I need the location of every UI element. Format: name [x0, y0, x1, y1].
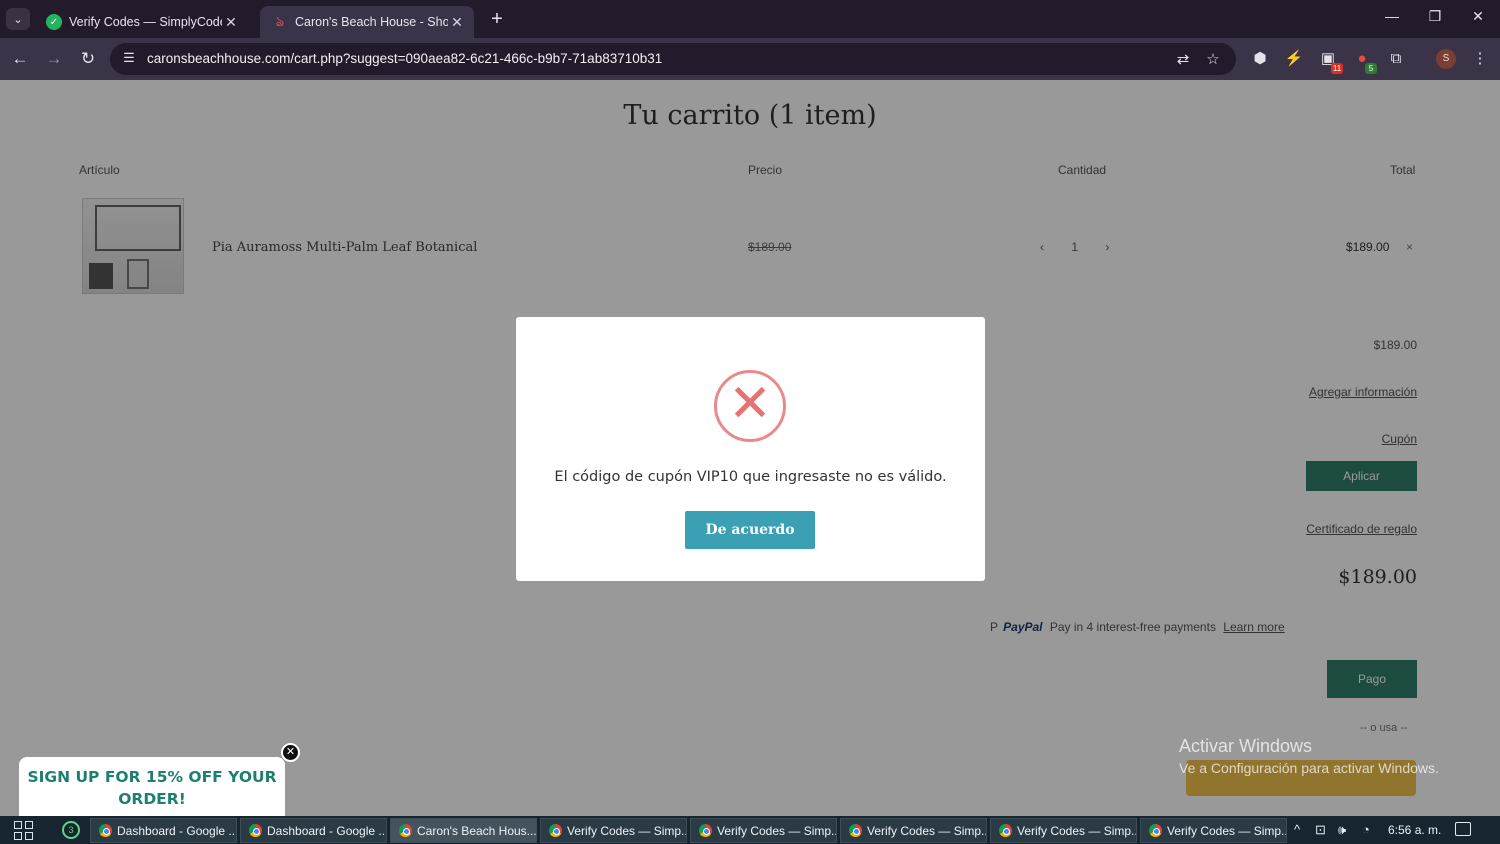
taskbar-clock[interactable]: 6:56 a. m.: [1388, 823, 1441, 837]
new-tab-button[interactable]: +: [486, 8, 508, 31]
bookmark-star-icon[interactable]: ☆: [1203, 50, 1223, 68]
forward-icon[interactable]: →: [43, 48, 65, 70]
error-x-icon: ✕: [714, 370, 786, 442]
close-window-icon[interactable]: ✕: [1463, 8, 1493, 25]
chrome-icon: [549, 824, 562, 837]
chrome-icon: [699, 824, 712, 837]
taskbar-item[interactable]: Caron's Beach Hous...: [390, 818, 537, 843]
extension-badge: 11: [1331, 63, 1343, 74]
browser-toolbar: ← → ↻ ☰ caronsbeachhouse.com/cart.php?su…: [0, 38, 1500, 80]
simplycodes-icon: ✓: [46, 14, 62, 30]
signup-popup[interactable]: SIGN UP FOR 15% OFF YOUR ORDER!: [19, 757, 285, 816]
chrome-icon: [249, 824, 262, 837]
site-info-icon[interactable]: ☰: [120, 50, 138, 68]
menu-kebab-icon[interactable]: ⋮: [1469, 48, 1491, 70]
chrome-icon: [99, 824, 112, 837]
taskbar-item[interactable]: Verify Codes — Simp...: [1140, 818, 1287, 843]
caronsbeachhouse-icon: ঌ: [275, 13, 285, 29]
url-text[interactable]: caronsbeachhouse.com/cart.php?suggest=09…: [147, 51, 662, 66]
profile-avatar[interactable]: S: [1436, 49, 1456, 69]
puzzle-extensions-icon[interactable]: ⧉: [1385, 48, 1407, 70]
windows-activation-title: Activar Windows: [1179, 736, 1313, 756]
chrome-icon: [1149, 824, 1162, 837]
taskbar-item-label: Verify Codes — Simp...: [1017, 823, 1137, 838]
dialog-message: El código de cupón VIP10 que ingresaste …: [554, 469, 947, 485]
close-tab-icon[interactable]: ✕: [222, 14, 240, 31]
taskbar-item-label: Verify Codes — Simp...: [1167, 823, 1287, 838]
chrome-icon: [999, 824, 1012, 837]
network-icon[interactable]: ⊡: [1315, 822, 1326, 838]
back-icon[interactable]: ←: [9, 48, 31, 70]
tab-title: Verify Codes — SimplyCodes: [69, 15, 222, 29]
chrome-icon: [849, 824, 862, 837]
lightning-extension-icon[interactable]: ⚡: [1283, 48, 1305, 70]
extension-icon[interactable]: ▣ 11: [1317, 48, 1343, 74]
reload-icon[interactable]: ↻: [77, 48, 99, 70]
page-content: Tu carrito (1 item) Artículo Precio Cant…: [0, 80, 1500, 816]
address-bar[interactable]: ☰ caronsbeachhouse.com/cart.php?suggest=…: [110, 43, 1236, 75]
taskbar-item[interactable]: Dashboard - Google ...: [240, 818, 387, 843]
chrome-icon: [399, 824, 412, 837]
taskbar-item[interactable]: Verify Codes — Simp...: [990, 818, 1137, 843]
extension-icon[interactable]: ⬢: [1249, 48, 1271, 70]
taskbar-item-label: Verify Codes — Simp...: [567, 823, 687, 838]
taskbar-item-label: Verify Codes — Simp...: [717, 823, 837, 838]
notification-icon[interactable]: [1455, 822, 1471, 836]
taskbar-item[interactable]: Verify Codes — Simp...: [840, 818, 987, 843]
ok-button[interactable]: De acuerdo: [685, 511, 815, 549]
translate-icon[interactable]: ⇄: [1173, 50, 1193, 68]
tab-simplycodes[interactable]: ✓ Verify Codes — SimplyCodes ✕: [34, 6, 248, 38]
taskbar-item-label: Verify Codes — Simp...: [867, 823, 987, 838]
start-menu-icon[interactable]: [14, 821, 34, 841]
taskbar-item-label: Dashboard - Google ...: [267, 823, 387, 838]
taskbar-item[interactable]: Verify Codes — Simp...: [690, 818, 837, 843]
error-dialog: ✕ El código de cupón VIP10 que ingresast…: [516, 317, 985, 581]
tab-search-button[interactable]: ⌄: [6, 8, 30, 30]
taskbar-item[interactable]: Dashboard - Google ...: [90, 818, 237, 843]
wifi-icon[interactable]: ◔: [1362, 822, 1370, 837]
taskbar-item-label: Caron's Beach Hous...: [417, 823, 537, 838]
close-popup-icon[interactable]: ✕: [281, 743, 300, 762]
taskbar-item-label: Dashboard - Google ...: [117, 823, 237, 838]
browser-tabstrip: ⌄ ✓ Verify Codes — SimplyCodes ✕ ঌ Caron…: [0, 0, 1500, 38]
taskbar-item[interactable]: Verify Codes — Simp...: [540, 818, 687, 843]
minimize-icon[interactable]: —: [1377, 8, 1407, 24]
windows-taskbar: 3 Dashboard - Google ... Dashboard - Goo…: [0, 816, 1500, 844]
whatsapp-badge: 3: [68, 825, 74, 835]
volume-icon[interactable]: 🕪: [1338, 822, 1346, 838]
tab-caronsbeachhouse[interactable]: ঌ Caron's Beach House - Shoppin ✕: [260, 6, 474, 38]
signup-popup-text[interactable]: SIGN UP FOR 15% OFF YOUR ORDER!: [19, 766, 285, 810]
windows-activation-subtitle: Ve a Configuración para activar Windows.: [1179, 760, 1439, 776]
extension-badge: 5: [1365, 63, 1377, 74]
close-tab-icon[interactable]: ✕: [448, 14, 466, 31]
chevron-down-icon: ⌄: [13, 13, 23, 26]
chevron-up-icon[interactable]: ^: [1294, 822, 1300, 837]
tab-title: Caron's Beach House - Shoppin: [295, 15, 448, 29]
whatsapp-icon[interactable]: 3: [62, 821, 80, 839]
restore-icon[interactable]: ❐: [1420, 8, 1450, 25]
extension-icon[interactable]: ● 5: [1351, 48, 1377, 74]
